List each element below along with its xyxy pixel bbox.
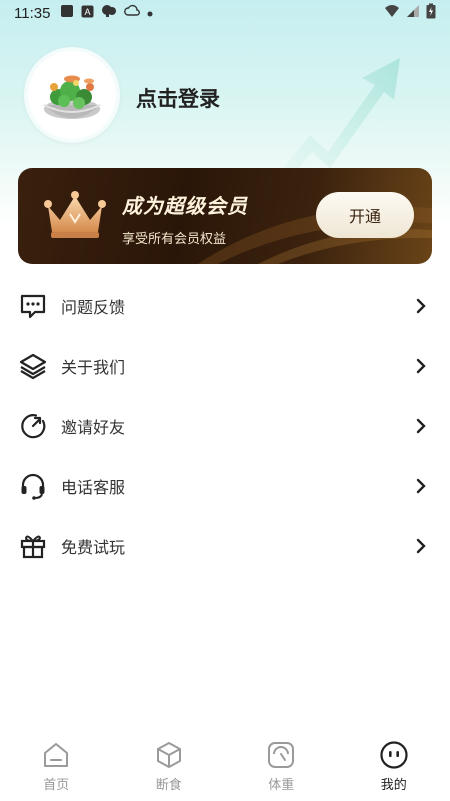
menu-item-feedback[interactable]: 问题反馈 xyxy=(0,276,450,336)
status-bar: 11:35 A xyxy=(0,0,450,26)
chevron-right-icon xyxy=(416,418,426,434)
menu-item-label: 关于我们 xyxy=(61,358,126,377)
nav-profile[interactable]: 我的 xyxy=(338,733,450,801)
cloud-icon xyxy=(124,4,141,22)
feedback-chat-icon xyxy=(18,291,48,321)
crown-icon xyxy=(42,190,108,246)
refresh-arrow-icon xyxy=(18,411,48,441)
chevron-right-icon xyxy=(416,298,426,314)
bottom-navigation: 首页 断食 体重 我的 xyxy=(0,733,450,801)
menu-item-label: 问题反馈 xyxy=(61,298,126,317)
nav-label: 首页 xyxy=(43,778,70,793)
menu-item-phone-support[interactable]: 电话客服 xyxy=(0,456,450,516)
login-label[interactable]: 点击登录 xyxy=(136,83,220,113)
cube-icon xyxy=(153,739,185,771)
wifi-icon xyxy=(384,4,400,22)
notification-square-icon xyxy=(60,4,74,22)
vip-card[interactable]: 成为超级会员 享受所有会员权益 开通 xyxy=(18,168,432,264)
nav-weight[interactable]: 体重 xyxy=(225,733,338,801)
menu-item-free-trial[interactable]: 免费试玩 xyxy=(0,516,450,576)
menu-item-label: 电话客服 xyxy=(61,478,126,497)
vip-subtitle: 享受所有会员权益 xyxy=(122,232,227,247)
menu-item-about[interactable]: 关于我们 xyxy=(0,336,450,396)
menu-item-label: 免费试玩 xyxy=(61,538,126,557)
nav-label: 我的 xyxy=(380,778,407,793)
gift-icon xyxy=(18,531,48,561)
signal-icon xyxy=(406,4,420,22)
settings-menu: 问题反馈 关于我们 邀请好友 电话客服 免费试玩 xyxy=(0,276,450,576)
home-icon xyxy=(40,739,72,771)
salad-bowl-icon xyxy=(43,75,101,119)
battery-charging-icon xyxy=(426,3,436,23)
menu-item-invite[interactable]: 邀请好友 xyxy=(0,396,450,456)
menu-item-label: 邀请好友 xyxy=(61,418,126,437)
smiley-face-icon xyxy=(378,739,410,771)
nav-label: 体重 xyxy=(268,778,295,793)
headset-icon xyxy=(18,471,48,501)
svg-text:A: A xyxy=(85,7,91,17)
vip-title: 成为超级会员 xyxy=(122,194,248,218)
status-time: 11:35 xyxy=(14,4,51,22)
text-a-icon: A xyxy=(81,5,94,22)
open-vip-button[interactable]: 开通 xyxy=(316,192,414,238)
nav-home[interactable]: 首页 xyxy=(0,733,113,801)
chevron-right-icon xyxy=(416,358,426,374)
scale-icon xyxy=(265,739,297,771)
avatar[interactable] xyxy=(24,47,120,143)
chevron-right-icon xyxy=(416,538,426,554)
cloud-chat-icon xyxy=(101,4,117,22)
nav-label: 断食 xyxy=(155,778,182,793)
dot-icon xyxy=(147,5,153,21)
nav-fasting[interactable]: 断食 xyxy=(113,733,226,801)
chevron-right-icon xyxy=(416,478,426,494)
layers-icon xyxy=(18,351,48,381)
